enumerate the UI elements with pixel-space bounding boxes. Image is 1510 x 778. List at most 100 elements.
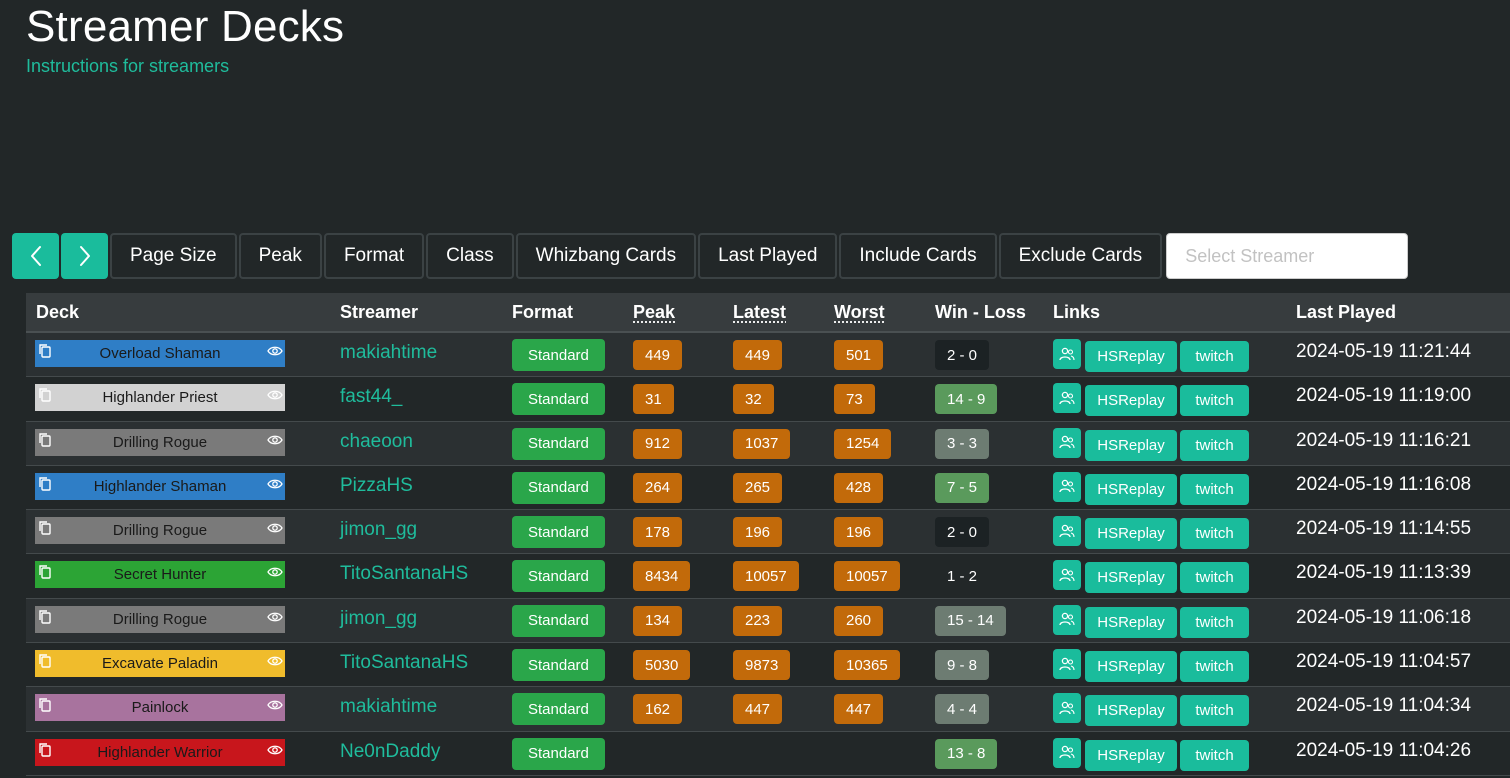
header-latest[interactable]: Latest [733, 302, 786, 323]
eye-icon[interactable] [267, 478, 283, 490]
class-filter-button[interactable]: Class [426, 233, 514, 279]
opponents-button[interactable] [1053, 604, 1081, 635]
deck-badge[interactable]: Excavate Paladin [35, 650, 285, 678]
streamer-link[interactable]: TitoSantanaHS [340, 563, 468, 585]
header-worst[interactable]: Worst [834, 302, 885, 323]
hsreplay-button[interactable]: HSReplay [1085, 429, 1177, 461]
hsreplay-button[interactable]: HSReplay [1085, 739, 1177, 771]
prev-page-button[interactable] [12, 233, 59, 279]
twitch-button[interactable]: twitch [1180, 606, 1249, 638]
hsreplay-button[interactable]: HSReplay [1085, 562, 1177, 594]
opponents-button[interactable] [1053, 516, 1081, 547]
streamer-link[interactable]: jimon_gg [340, 608, 417, 630]
table-row: Overload Shaman makiahtime Standard 449 449 5… [26, 333, 1510, 378]
hsreplay-button[interactable]: HSReplay [1085, 606, 1177, 638]
deck-badge[interactable]: Drilling Rogue [35, 605, 285, 633]
opponents-button[interactable] [1053, 693, 1081, 724]
eye-icon[interactable] [267, 744, 283, 756]
latest-badge: 447 [733, 694, 783, 725]
streamer-link[interactable]: makiahtime [340, 696, 437, 718]
deck-badge[interactable]: Drilling Rogue [35, 428, 285, 456]
deck-badge[interactable]: Highlander Warrior [35, 738, 285, 766]
eye-icon[interactable] [267, 345, 283, 357]
streamer-link[interactable]: TitoSantanaHS [340, 652, 468, 674]
deck-badge[interactable]: Drilling Rogue [35, 517, 285, 545]
eye-icon[interactable] [267, 389, 283, 401]
opponents-button[interactable] [1053, 560, 1081, 591]
eye-icon[interactable] [267, 566, 283, 578]
copy-icon[interactable] [38, 343, 52, 359]
format-badge: Standard [512, 427, 605, 460]
opponents-button[interactable] [1053, 383, 1081, 414]
copy-icon[interactable] [38, 697, 52, 713]
twitch-button[interactable]: twitch [1180, 739, 1249, 771]
users-icon [1059, 524, 1075, 537]
table-row: Excavate Paladin TitoSantanaHS Standard 503… [26, 643, 1510, 688]
instructions-link[interactable]: Instructions for streamers [26, 56, 229, 77]
twitch-button[interactable]: twitch [1180, 518, 1249, 550]
header-peak[interactable]: Peak [633, 302, 675, 323]
copy-icon[interactable] [38, 653, 52, 669]
last-played-time: 2024-05-19 11:16:21 [1296, 429, 1472, 451]
streamer-link[interactable]: chaeoon [340, 431, 413, 453]
streamer-link[interactable]: PizzaHS [340, 475, 413, 497]
deck-badge[interactable]: Highlander Shaman [35, 472, 285, 500]
hsreplay-button[interactable]: HSReplay [1085, 473, 1177, 505]
last-played-filter-button[interactable]: Last Played [698, 233, 838, 279]
opponents-button[interactable] [1053, 339, 1081, 369]
chevron-right-icon [79, 246, 90, 266]
streamer-link[interactable]: fast44_ [340, 386, 402, 408]
streamer-link[interactable]: jimon_gg [340, 519, 417, 541]
copy-icon[interactable] [38, 387, 52, 403]
format-filter-button[interactable]: Format [323, 233, 425, 279]
eye-icon[interactable] [267, 655, 283, 667]
deck-badge[interactable]: Painlock [35, 694, 285, 722]
twitch-button[interactable]: twitch [1180, 695, 1249, 727]
copy-icon[interactable] [38, 476, 52, 492]
page-size-button[interactable]: Page Size [110, 233, 237, 279]
twitch-button[interactable]: twitch [1180, 385, 1249, 417]
twitch-button[interactable]: twitch [1180, 473, 1249, 505]
twitch-button[interactable]: twitch [1180, 341, 1249, 372]
opponents-button[interactable] [1053, 649, 1081, 680]
select-streamer-input[interactable] [1166, 233, 1409, 279]
eye-icon[interactable] [267, 434, 283, 446]
copy-icon[interactable] [38, 742, 52, 758]
deck-badge[interactable]: Highlander Priest [35, 384, 285, 412]
hsreplay-button[interactable]: HSReplay [1085, 341, 1177, 372]
eye-icon[interactable] [267, 699, 283, 711]
streamer-link[interactable]: makiahtime [340, 342, 437, 364]
streamer-link[interactable]: Ne0nDaddy [340, 741, 440, 763]
opponents-button[interactable] [1053, 737, 1081, 768]
next-page-button[interactable] [61, 233, 108, 279]
exclude-cards-button[interactable]: Exclude Cards [998, 233, 1163, 279]
eye-icon[interactable] [267, 611, 283, 623]
hsreplay-button[interactable]: HSReplay [1085, 385, 1177, 417]
last-played-time: 2024-05-19 11:19:00 [1296, 385, 1472, 407]
peak-filter-button[interactable]: Peak [238, 233, 322, 279]
hsreplay-button[interactable]: HSReplay [1085, 695, 1177, 727]
deck-badge[interactable]: Overload Shaman [35, 340, 285, 367]
include-cards-button[interactable]: Include Cards [839, 233, 997, 279]
twitch-button[interactable]: twitch [1180, 562, 1249, 594]
eye-icon[interactable] [267, 522, 283, 534]
hsreplay-button[interactable]: HSReplay [1085, 651, 1177, 683]
copy-icon[interactable] [38, 432, 52, 448]
copy-icon[interactable] [38, 609, 52, 625]
deck-badge[interactable]: Secret Hunter [35, 561, 285, 589]
win-loss-badge: 3 - 3 [935, 428, 990, 459]
twitch-button[interactable]: twitch [1180, 651, 1249, 683]
worst-badge: 447 [834, 694, 884, 725]
copy-icon[interactable] [38, 564, 52, 580]
peak-badge: 178 [633, 517, 683, 548]
hsreplay-button[interactable]: HSReplay [1085, 518, 1177, 550]
opponents-button[interactable] [1053, 427, 1081, 458]
opponents-button[interactable] [1053, 471, 1081, 502]
win-loss-badge: 14 - 9 [935, 384, 998, 415]
peak-badge: 31 [633, 384, 674, 415]
win-loss-badge: 2 - 0 [935, 340, 990, 370]
twitch-button[interactable]: twitch [1180, 429, 1249, 461]
whizbang-cards-button[interactable]: Whizbang Cards [515, 233, 697, 279]
format-badge: Standard [512, 383, 605, 416]
copy-icon[interactable] [38, 520, 52, 536]
